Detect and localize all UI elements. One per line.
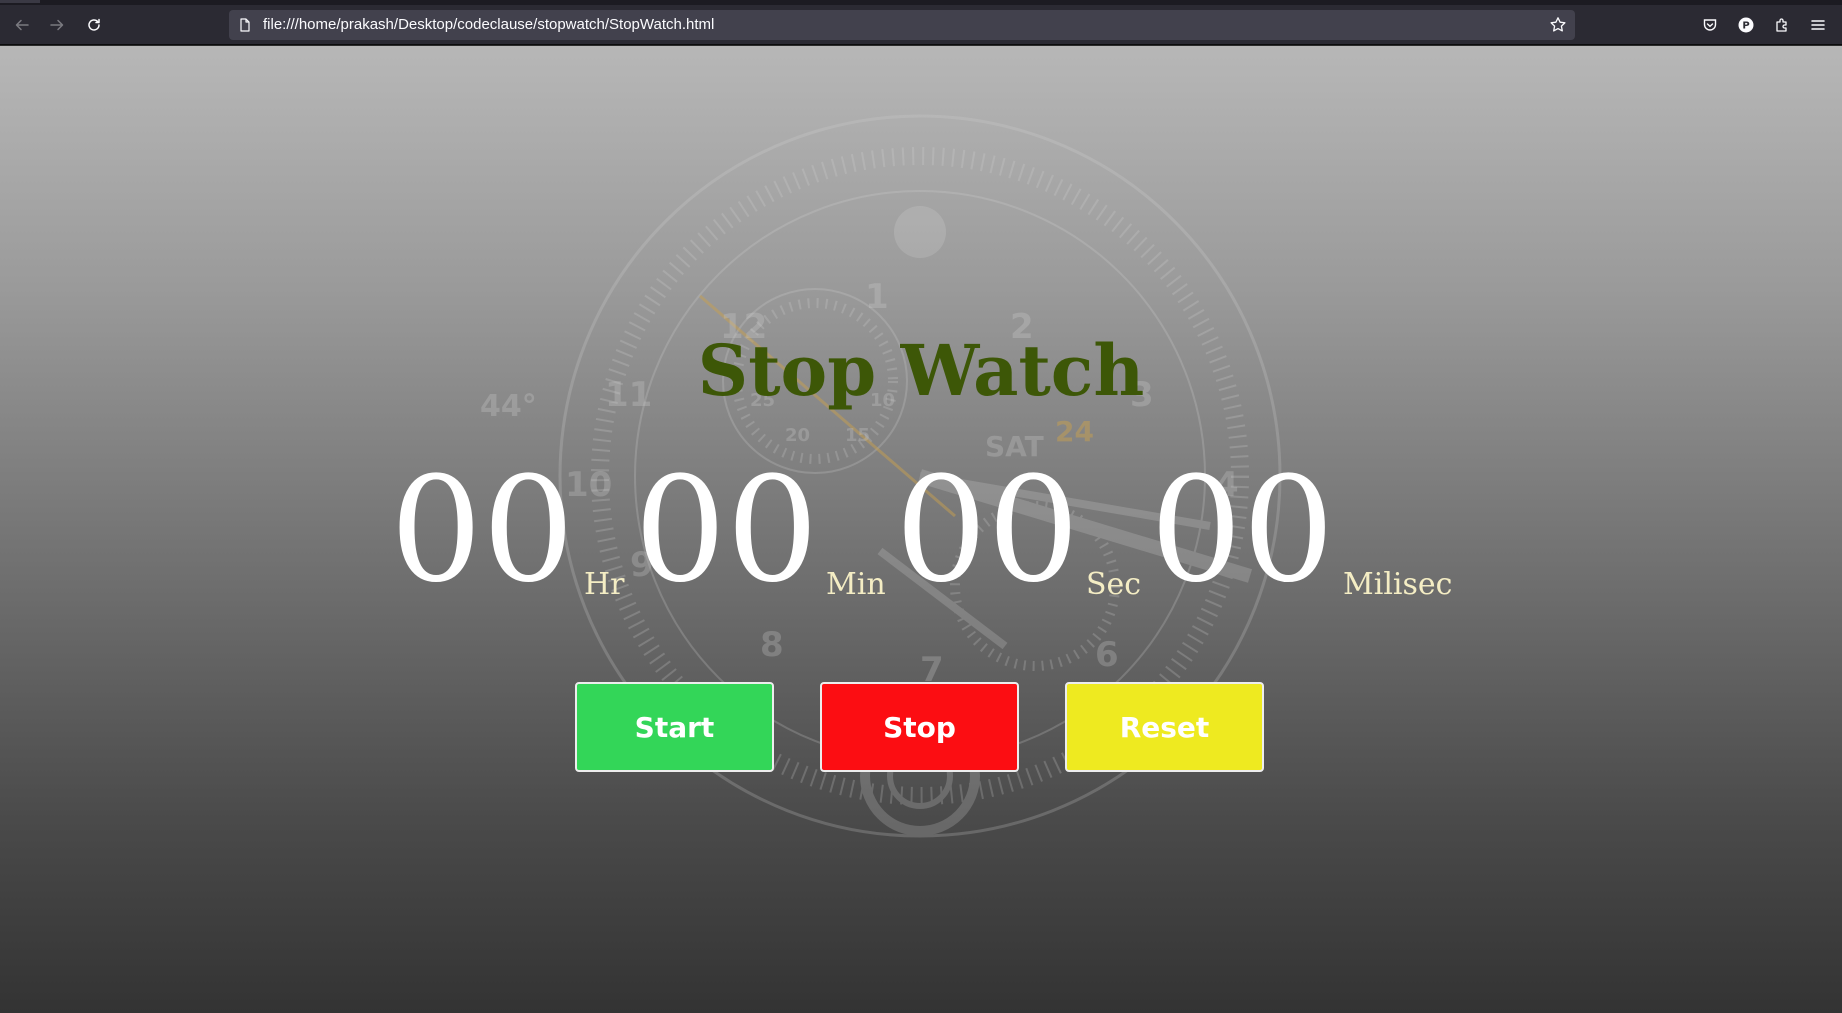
back-button[interactable] xyxy=(6,11,38,39)
forward-button[interactable] xyxy=(41,11,73,39)
bookmark-star-icon[interactable] xyxy=(1549,16,1567,34)
seconds-value: 00 xyxy=(895,446,1080,615)
pocket-icon xyxy=(1703,19,1717,31)
extensions-icon xyxy=(1776,18,1787,32)
url-text[interactable]: file:///home/prakash/Desktop/codeclause/… xyxy=(263,16,714,33)
hours-value: 00 xyxy=(390,446,575,615)
reload-icon xyxy=(88,18,100,31)
start-button[interactable]: Start xyxy=(575,682,774,772)
hours-label: Hr xyxy=(584,567,625,602)
subdial-numeral-15: 15 xyxy=(845,425,870,446)
watch-date-text: 24 xyxy=(1055,415,1094,448)
pocket-button[interactable] xyxy=(1699,14,1721,36)
minutes-value: 00 xyxy=(634,446,819,615)
back-arrow-icon xyxy=(15,19,29,31)
forward-arrow-icon xyxy=(50,19,64,31)
subdial-numeral-20: 20 xyxy=(785,425,810,446)
watch-numeral-8: 8 xyxy=(760,625,784,665)
watch-numeral-1: 1 xyxy=(865,277,889,317)
browser-toolbar: file:///home/prakash/Desktop/codeclause/… xyxy=(0,5,1842,45)
menu-icon xyxy=(1811,20,1825,30)
reload-button[interactable] xyxy=(78,11,110,39)
page-icon xyxy=(240,18,250,32)
menu-button[interactable] xyxy=(1807,14,1829,36)
stop-button[interactable]: Stop xyxy=(820,682,1019,772)
minutes-label: Min xyxy=(826,567,886,602)
page-viewport: 12 1 2 3 4 6 7 8 9 10 11 44° SAT 24 25 2… xyxy=(0,46,1842,1013)
profile-button[interactable]: P xyxy=(1735,14,1757,36)
page-title: Stop Watch xyxy=(697,329,1145,412)
milliseconds-label: Milisec xyxy=(1343,567,1453,602)
extensions-button[interactable] xyxy=(1771,14,1793,36)
seconds-label: Sec xyxy=(1086,567,1142,602)
reset-button[interactable]: Reset xyxy=(1065,682,1264,772)
milliseconds-value: 00 xyxy=(1150,446,1335,615)
watch-numeral-6: 6 xyxy=(1095,635,1119,675)
profile-initial: P xyxy=(1742,21,1749,32)
url-bar[interactable]: file:///home/prakash/Desktop/codeclause/… xyxy=(229,10,1575,40)
profile-icon: P xyxy=(1738,17,1754,33)
tab-indicator xyxy=(0,0,40,3)
